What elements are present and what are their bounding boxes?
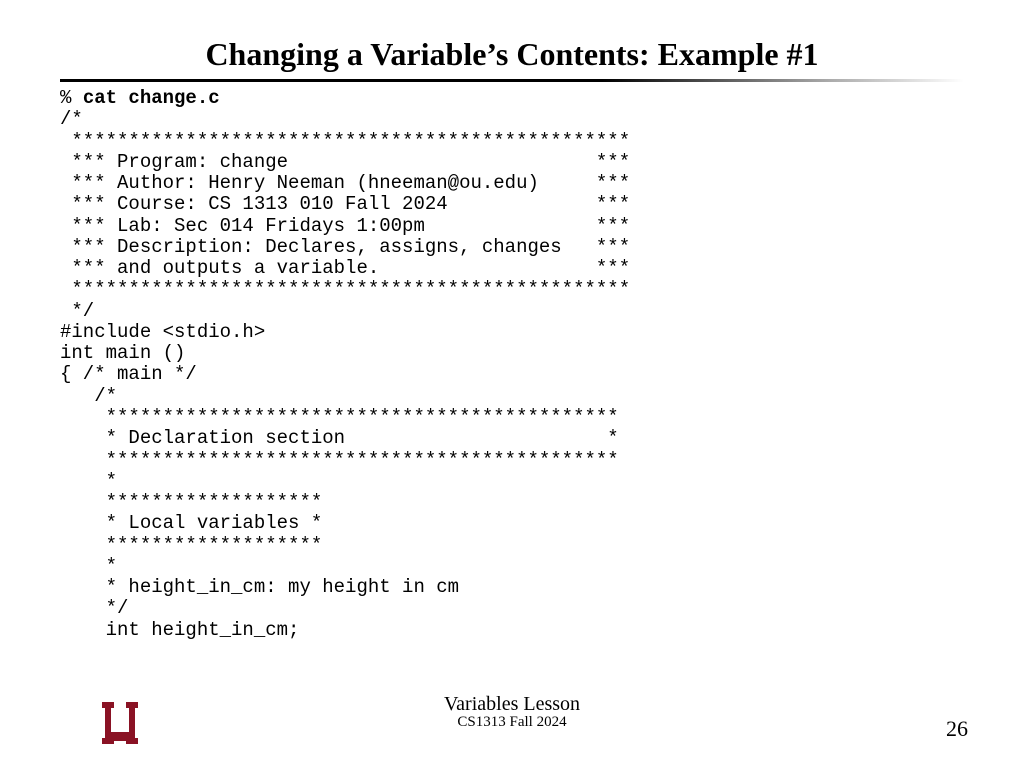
code-block: % cat change.c /* **********************… — [60, 88, 964, 641]
footer-lesson: Variables Lesson — [0, 694, 1024, 715]
title-underline — [60, 79, 964, 82]
source-code: /* *************************************… — [60, 108, 630, 640]
footer: Variables Lesson CS1313 Fall 2024 26 — [0, 694, 1024, 748]
page-number: 26 — [946, 716, 968, 742]
shell-command: cat change.c — [83, 87, 220, 109]
footer-center: Variables Lesson CS1313 Fall 2024 — [0, 694, 1024, 731]
slide: Changing a Variable’s Contents: Example … — [0, 0, 1024, 768]
footer-course: CS1313 Fall 2024 — [0, 715, 1024, 731]
slide-title: Changing a Variable’s Contents: Example … — [0, 0, 1024, 79]
shell-prompt: % — [60, 87, 83, 109]
